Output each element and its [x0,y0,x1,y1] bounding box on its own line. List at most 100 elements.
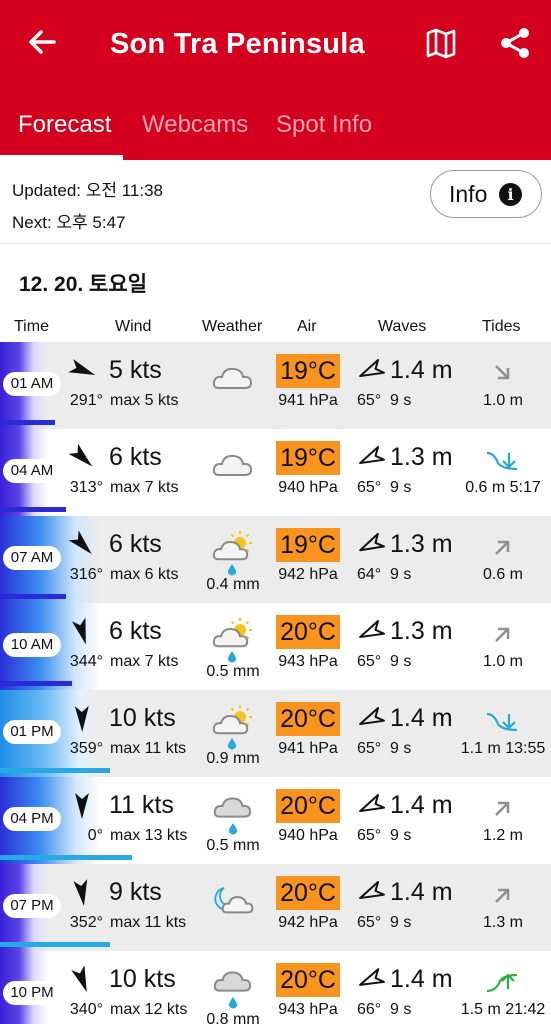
tab-bar: Forecast Webcams Spot Info [0,100,551,160]
wind-degrees: 0° [87,827,103,844]
wind-speed: 10 kts [109,704,176,732]
wind-degrees: 313° [69,479,103,496]
weather-icon [212,705,252,750]
wind-direction-icon [68,443,93,467]
wind-direction-icon [68,530,92,555]
tide-high-icon [486,712,518,732]
row-time: 10 AM [3,633,61,657]
wind-gust: max 11 kts [110,740,187,757]
forecast-row[interactable]: 04 PM 11 kts 0° max 13 kts 0.5 mm 20°C 9… [0,777,551,864]
column-header-weather: Weather [202,318,263,335]
wave-degrees: 64° [357,566,382,583]
wave-height: 1.4 m [390,356,453,384]
wind-gust: max 12 kts [110,1001,188,1018]
back-arrow-icon[interactable] [24,24,60,60]
wind-strength-bar [0,420,55,425]
wave-height: 1.4 m [390,704,453,732]
wave-direction-icon [359,359,385,378]
weather-icon [212,618,252,663]
wave-height: 1.3 m [390,443,453,471]
forecast-row[interactable]: 07 PM 9 kts 352° max 11 kts 20°C 942 hPa… [0,864,551,951]
forecast-row[interactable]: 10 AM 6 kts 344° max 7 kts 0.5 mm 20°C 9… [0,603,551,690]
air-temperature: 20°C [276,876,340,910]
air-temperature: 20°C [276,702,340,736]
wave-period: 9 s [390,653,412,670]
row-time: 01 AM [3,372,61,396]
info-button-label: Info [449,181,488,207]
wave-degrees: 65° [357,479,382,496]
wind-gust: max 7 kts [110,479,179,496]
wind-speed: 11 kts [109,791,174,819]
wind-gust: max 13 kts [110,827,188,844]
tide-value: 1.1 m 13:55 [460,740,546,757]
info-icon: i [499,183,522,206]
wave-period: 9 s [390,914,412,931]
wave-direction-icon [359,968,385,986]
wave-period: 9 s [390,827,412,844]
air-temperature: 20°C [276,789,340,823]
wave-direction-icon [359,881,385,900]
tide-up-arrow-icon [495,888,510,903]
tide-low-icon [486,451,518,471]
air-temperature: 19°C [276,354,340,388]
wind-strength-bar [0,681,72,686]
updated-time: Updated: 오전 11:38 [12,181,164,200]
app-bar: Son Tra Peninsula Forecast Webcams Spot … [0,0,551,160]
forecast-row[interactable]: 01 PM 10 kts 359° max 11 kts 0.9 mm 20°C… [0,690,551,777]
tide-up-arrow-icon [495,801,510,816]
air-pressure: 943 hPa [278,653,338,670]
wind-degrees: 316° [69,566,103,583]
forecast-row[interactable]: 10 PM 10 kts 340° max 12 kts 0.8 mm 20°C… [0,951,551,1024]
air-pressure: 941 hPa [278,740,338,757]
air-pressure: 940 hPa [278,479,338,496]
row-time: 01 PM [3,720,61,744]
tide-value: 1.3 m [482,914,523,931]
tab-spot-info[interactable]: Spot Info [276,111,372,139]
tab-webcams[interactable]: Webcams [142,111,248,139]
wind-direction-icon [73,879,88,906]
wave-degrees: 65° [357,827,382,844]
wave-degrees: 66° [357,1001,382,1018]
row-time: 10 PM [3,981,61,1005]
wave-height: 1.4 m [390,791,453,819]
forecast-row[interactable]: 01 AM 5 kts 291° max 5 kts 19°C 941 hPa … [0,342,551,429]
air-pressure: 941 hPa [278,392,338,409]
wave-period: 9 s [390,566,412,583]
tide-value: 1.2 m [482,827,523,844]
wind-speed: 9 kts [109,878,162,906]
share-icon[interactable] [496,24,534,62]
air-temperature: 20°C [276,963,340,997]
wind-direction-icon [75,793,89,819]
tide-value: 1.0 m [482,392,523,409]
tide-value: 0.6 m 5:17 [465,479,541,496]
weather-icon [212,531,252,576]
wind-degrees: 352° [69,914,103,931]
page-title: Son Tra Peninsula [110,28,365,60]
wind-degrees: 344° [69,653,103,670]
air-pressure: 940 hPa [278,827,338,844]
column-header-waves: Waves [378,318,427,335]
wave-period: 9 s [390,392,412,409]
wind-strength-bar [0,942,110,947]
forecast-row[interactable]: 04 AM 6 kts 313° max 7 kts 19°C 940 hPa … [0,429,551,516]
row-time: 07 AM [3,546,61,570]
weather-icon [212,367,253,389]
precipitation: 0.8 mm [206,1011,260,1024]
forecast-row[interactable]: 07 AM 6 kts 316° max 6 kts 0.4 mm 19°C 9… [0,516,551,603]
wind-strength-bar [0,768,110,773]
wind-direction-icon [71,965,87,993]
info-button[interactable]: Info i [430,170,542,218]
air-pressure: 943 hPa [278,1001,338,1018]
row-time: 07 PM [3,894,61,918]
tab-forecast[interactable]: Forecast [18,111,111,139]
toolbar: Son Tra Peninsula [0,0,551,92]
wave-height: 1.3 m [390,617,453,645]
map-icon[interactable] [422,24,460,62]
wind-gust: max 11 kts [110,914,187,931]
wave-period: 9 s [390,740,412,757]
tide-down-arrow-icon [495,365,510,380]
tide-value: 1.0 m [482,653,523,670]
wave-period: 9 s [390,1001,412,1018]
wind-strength-bar [0,594,66,599]
wind-speed: 5 kts [109,356,162,384]
